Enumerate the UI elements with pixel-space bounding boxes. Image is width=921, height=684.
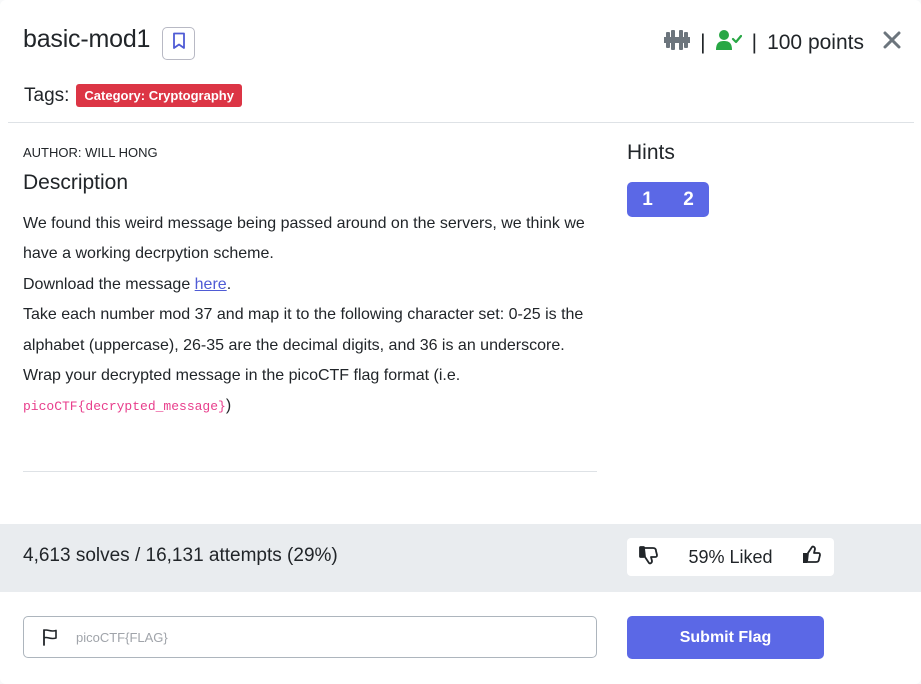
- description-heading: Description: [23, 171, 129, 194]
- description-section: AUTHOR: WILL HONG Description We found t…: [23, 145, 597, 423]
- dumbbell-icon: [664, 30, 691, 56]
- flag-input-container: [23, 616, 597, 658]
- bookmark-icon: [172, 32, 186, 55]
- flag-input[interactable]: [76, 629, 576, 645]
- download-text: Download the message: [23, 275, 195, 293]
- thumbs-up-icon: [802, 545, 822, 570]
- description-body: We found this weird message being passed…: [23, 209, 597, 423]
- download-link[interactable]: here: [195, 276, 227, 293]
- modal-header: basic-mod1 | | 100 points: [0, 0, 921, 82]
- submit-flag-button[interactable]: Submit Flag: [627, 616, 824, 659]
- header-divider: [8, 122, 914, 123]
- download-suffix: .: [226, 275, 232, 293]
- close-icon: [883, 23, 901, 56]
- flag-icon: [24, 628, 76, 646]
- author: AUTHOR: WILL HONG: [23, 145, 158, 160]
- category-tag[interactable]: Category: Cryptography: [76, 84, 242, 107]
- description-paragraph: We found this weird message being passed…: [23, 215, 585, 263]
- flag-format-suffix: ): [225, 397, 232, 415]
- meta-separator: |: [700, 31, 706, 54]
- points-value: 100 points: [767, 31, 864, 54]
- solves-stats: 4,613 solves / 16,131 attempts (29%): [23, 545, 338, 566]
- hints-section: Hints 1 2: [627, 141, 709, 217]
- stats-band: 4,613 solves / 16,131 attempts (29%) 59%…: [0, 524, 921, 592]
- thumbs-down-icon: [639, 545, 659, 570]
- challenge-title: basic-mod1: [23, 25, 151, 53]
- likes-box: 59% Liked: [627, 538, 834, 576]
- flag-format-line: Wrap your decrypted message in the picoC…: [23, 361, 597, 423]
- challenge-modal: basic-mod1 | | 100 points Tags: Category…: [0, 0, 921, 684]
- hints-heading: Hints: [627, 141, 675, 164]
- meta-separator: |: [751, 31, 758, 54]
- flag-format-text: Wrap your decrypted message in the picoC…: [23, 367, 461, 385]
- challenge-meta: | | 100 points: [664, 29, 864, 57]
- flag-format-code: picoCTF{decrypted_message}: [23, 399, 226, 415]
- user-check-icon: [715, 29, 742, 57]
- close-button[interactable]: [883, 25, 901, 55]
- hint-button-1[interactable]: 1: [627, 182, 668, 217]
- likes-percentage: 59% Liked: [688, 546, 773, 567]
- tags-label: Tags:: [24, 84, 70, 106]
- thumbs-up-button[interactable]: [802, 545, 822, 570]
- description-paragraph: Take each number mod 37 and map it to th…: [23, 306, 584, 354]
- thumbs-down-button[interactable]: [639, 545, 659, 570]
- description-divider: [23, 471, 597, 472]
- hint-button-group: 1 2: [627, 182, 709, 217]
- hint-button-2[interactable]: 2: [668, 182, 709, 217]
- download-line: Download the message here.: [23, 270, 597, 300]
- tags-row: Tags: Category: Cryptography: [24, 84, 242, 107]
- bookmark-button[interactable]: [162, 27, 195, 60]
